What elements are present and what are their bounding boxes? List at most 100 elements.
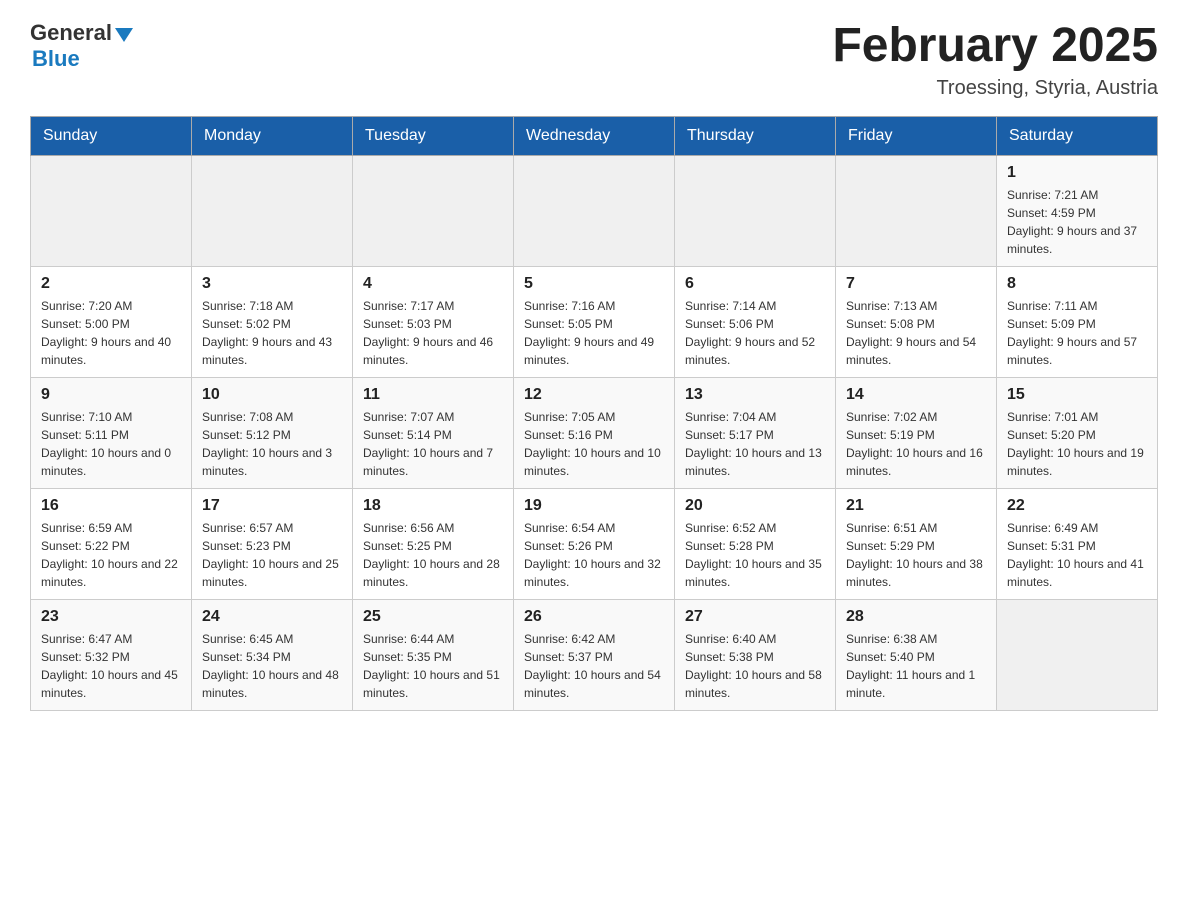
day-info: Sunrise: 7:10 AMSunset: 5:11 PMDaylight:…: [41, 408, 181, 480]
calendar-cell-w2-d7: 8 Sunrise: 7:11 AMSunset: 5:09 PMDaylight…: [997, 266, 1158, 377]
week-row-2: 2 Sunrise: 7:20 AMSunset: 5:00 PMDaylight…: [31, 266, 1158, 377]
day-number: 28: [846, 608, 986, 626]
day-number: 1: [1007, 164, 1147, 182]
day-info: Sunrise: 6:51 AMSunset: 5:29 PMDaylight:…: [846, 519, 986, 591]
day-info: Sunrise: 7:20 AMSunset: 5:00 PMDaylight:…: [41, 297, 181, 369]
calendar-cell-w4-d6: 21 Sunrise: 6:51 AMSunset: 5:29 PMDayligh…: [836, 488, 997, 599]
calendar-cell-w4-d5: 20 Sunrise: 6:52 AMSunset: 5:28 PMDayligh…: [675, 488, 836, 599]
day-info: Sunrise: 7:11 AMSunset: 5:09 PMDaylight:…: [1007, 297, 1147, 369]
day-number: 27: [685, 608, 825, 626]
calendar-cell-w2-d4: 5 Sunrise: 7:16 AMSunset: 5:05 PMDaylight…: [514, 266, 675, 377]
day-info: Sunrise: 7:18 AMSunset: 5:02 PMDaylight:…: [202, 297, 342, 369]
calendar-cell-w3-d1: 9 Sunrise: 7:10 AMSunset: 5:11 PMDaylight…: [31, 377, 192, 488]
day-number: 10: [202, 386, 342, 404]
day-info: Sunrise: 6:44 AMSunset: 5:35 PMDaylight:…: [363, 630, 503, 702]
day-info: Sunrise: 6:52 AMSunset: 5:28 PMDaylight:…: [685, 519, 825, 591]
day-number: 2: [41, 275, 181, 293]
calendar-cell-w4-d4: 19 Sunrise: 6:54 AMSunset: 5:26 PMDayligh…: [514, 488, 675, 599]
calendar-cell-w2-d2: 3Sunrise: 7:18 AMSunset: 5:02 PMDaylight…: [192, 266, 353, 377]
col-monday: Monday: [192, 116, 353, 155]
day-info: Sunrise: 7:14 AMSunset: 5:06 PMDaylight:…: [685, 297, 825, 369]
page-header: General Blue February 2025 Troessing, St…: [30, 20, 1158, 100]
week-row-4: 16 Sunrise: 6:59 AMSunset: 5:22 PMDayligh…: [31, 488, 1158, 599]
calendar-cell-w2-d3: 4 Sunrise: 7:17 AMSunset: 5:03 PMDaylight…: [353, 266, 514, 377]
calendar-cell-w4-d1: 16 Sunrise: 6:59 AMSunset: 5:22 PMDayligh…: [31, 488, 192, 599]
day-info: Sunrise: 7:02 AMSunset: 5:19 PMDaylight:…: [846, 408, 986, 480]
day-number: 16: [41, 497, 181, 515]
day-number: 19: [524, 497, 664, 515]
day-info: Sunrise: 7:21 AMSunset: 4:59 PMDaylight:…: [1007, 186, 1147, 258]
calendar-cell-w2-d5: 6 Sunrise: 7:14 AMSunset: 5:06 PMDaylight…: [675, 266, 836, 377]
day-info: Sunrise: 7:04 AMSunset: 5:17 PMDaylight:…: [685, 408, 825, 480]
days-of-week-row: Sunday Monday Tuesday Wednesday Thursday…: [31, 116, 1158, 155]
week-row-1: 1 Sunrise: 7:21 AMSunset: 4:59 PMDaylight…: [31, 155, 1158, 266]
calendar-cell-w4-d3: 18 Sunrise: 6:56 AMSunset: 5:25 PMDayligh…: [353, 488, 514, 599]
week-row-3: 9 Sunrise: 7:10 AMSunset: 5:11 PMDaylight…: [31, 377, 1158, 488]
calendar-cell-w5-d2: 24 Sunrise: 6:45 AMSunset: 5:34 PMDayligh…: [192, 599, 353, 710]
day-info: Sunrise: 6:59 AMSunset: 5:22 PMDaylight:…: [41, 519, 181, 591]
calendar-cell-w2-d1: 2 Sunrise: 7:20 AMSunset: 5:00 PMDaylight…: [31, 266, 192, 377]
day-number: 6: [685, 275, 825, 293]
calendar-cell-w5-d3: 25Sunrise: 6:44 AMSunset: 5:35 PMDayligh…: [353, 599, 514, 710]
day-number: 21: [846, 497, 986, 515]
calendar-cell-w5-d4: 26Sunrise: 6:42 AMSunset: 5:37 PMDayligh…: [514, 599, 675, 710]
calendar-cell-w1-d1: [31, 155, 192, 266]
calendar-cell-w4-d2: 17Sunrise: 6:57 AMSunset: 5:23 PMDayligh…: [192, 488, 353, 599]
day-info: Sunrise: 7:13 AMSunset: 5:08 PMDaylight:…: [846, 297, 986, 369]
day-info: Sunrise: 7:08 AMSunset: 5:12 PMDaylight:…: [202, 408, 342, 480]
day-number: 24: [202, 608, 342, 626]
calendar-cell-w2-d6: 7 Sunrise: 7:13 AMSunset: 5:08 PMDaylight…: [836, 266, 997, 377]
calendar-cell-w3-d2: 10 Sunrise: 7:08 AMSunset: 5:12 PMDayligh…: [192, 377, 353, 488]
logo-triangle-icon: [115, 28, 133, 42]
day-info: Sunrise: 6:56 AMSunset: 5:25 PMDaylight:…: [363, 519, 503, 591]
calendar-cell-w1-d7: 1 Sunrise: 7:21 AMSunset: 4:59 PMDaylight…: [997, 155, 1158, 266]
calendar-body: 1 Sunrise: 7:21 AMSunset: 4:59 PMDaylight…: [31, 155, 1158, 710]
day-number: 8: [1007, 275, 1147, 293]
logo: General Blue: [30, 20, 133, 72]
day-number: 17: [202, 497, 342, 515]
calendar-table: Sunday Monday Tuesday Wednesday Thursday…: [30, 116, 1158, 711]
day-number: 7: [846, 275, 986, 293]
page-subtitle: Troessing, Styria, Austria: [832, 77, 1158, 100]
calendar-cell-w3-d3: 11Sunrise: 7:07 AMSunset: 5:14 PMDayligh…: [353, 377, 514, 488]
col-tuesday: Tuesday: [353, 116, 514, 155]
day-info: Sunrise: 7:05 AMSunset: 5:16 PMDaylight:…: [524, 408, 664, 480]
day-info: Sunrise: 7:07 AMSunset: 5:14 PMDaylight:…: [363, 408, 503, 480]
day-number: 20: [685, 497, 825, 515]
calendar-header: Sunday Monday Tuesday Wednesday Thursday…: [31, 116, 1158, 155]
calendar-cell-w3-d6: 14 Sunrise: 7:02 AMSunset: 5:19 PMDayligh…: [836, 377, 997, 488]
title-section: February 2025 Troessing, Styria, Austria: [832, 20, 1158, 100]
calendar-cell-w3-d4: 12Sunrise: 7:05 AMSunset: 5:16 PMDayligh…: [514, 377, 675, 488]
day-number: 5: [524, 275, 664, 293]
day-info: Sunrise: 7:16 AMSunset: 5:05 PMDaylight:…: [524, 297, 664, 369]
day-info: Sunrise: 6:54 AMSunset: 5:26 PMDaylight:…: [524, 519, 664, 591]
day-number: 13: [685, 386, 825, 404]
day-number: 9: [41, 386, 181, 404]
day-info: Sunrise: 6:45 AMSunset: 5:34 PMDaylight:…: [202, 630, 342, 702]
col-thursday: Thursday: [675, 116, 836, 155]
calendar-cell-w4-d7: 22Sunrise: 6:49 AMSunset: 5:31 PMDayligh…: [997, 488, 1158, 599]
calendar-cell-w1-d4: [514, 155, 675, 266]
col-saturday: Saturday: [997, 116, 1158, 155]
col-sunday: Sunday: [31, 116, 192, 155]
day-number: 15: [1007, 386, 1147, 404]
day-number: 18: [363, 497, 503, 515]
calendar-cell-w5-d7: [997, 599, 1158, 710]
col-friday: Friday: [836, 116, 997, 155]
day-info: Sunrise: 6:38 AMSunset: 5:40 PMDaylight:…: [846, 630, 986, 702]
day-info: Sunrise: 7:17 AMSunset: 5:03 PMDaylight:…: [363, 297, 503, 369]
calendar-cell-w5-d1: 23 Sunrise: 6:47 AMSunset: 5:32 PMDayligh…: [31, 599, 192, 710]
day-info: Sunrise: 7:01 AMSunset: 5:20 PMDaylight:…: [1007, 408, 1147, 480]
calendar-cell-w1-d5: [675, 155, 836, 266]
day-number: 26: [524, 608, 664, 626]
week-row-5: 23 Sunrise: 6:47 AMSunset: 5:32 PMDayligh…: [31, 599, 1158, 710]
calendar-cell-w3-d7: 15 Sunrise: 7:01 AMSunset: 5:20 PMDayligh…: [997, 377, 1158, 488]
calendar-cell-w1-d6: [836, 155, 997, 266]
day-number: 23: [41, 608, 181, 626]
page-title: February 2025: [832, 20, 1158, 73]
calendar-cell-w5-d6: 28 Sunrise: 6:38 AMSunset: 5:40 PMDayligh…: [836, 599, 997, 710]
day-info: Sunrise: 6:47 AMSunset: 5:32 PMDaylight:…: [41, 630, 181, 702]
day-number: 4: [363, 275, 503, 293]
day-number: 14: [846, 386, 986, 404]
col-wednesday: Wednesday: [514, 116, 675, 155]
